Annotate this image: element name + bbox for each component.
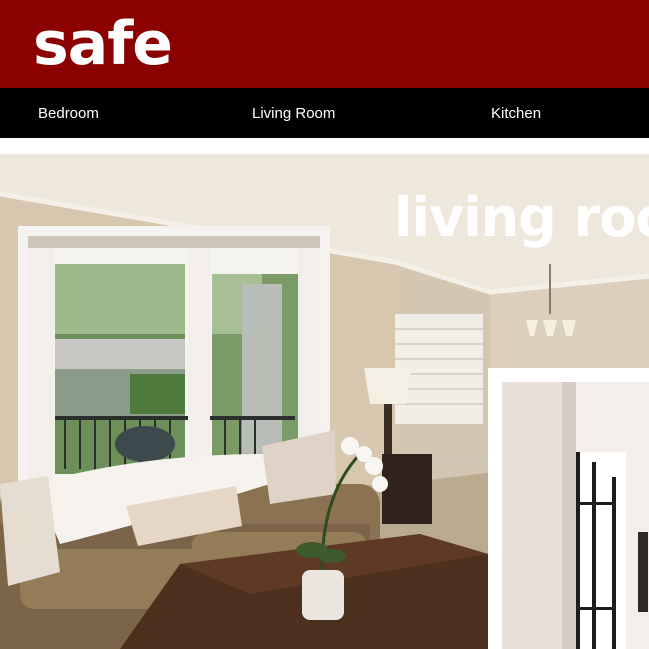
inset-photo-frame — [488, 368, 649, 649]
hallway-photo — [502, 382, 649, 649]
site-header: safe — [0, 0, 649, 88]
nav-item-bedroom[interactable]: Bedroom — [38, 88, 99, 138]
nav-item-living-room[interactable]: Living Room — [252, 88, 335, 138]
hero-title: living roo — [394, 186, 649, 249]
nav-item-kitchen[interactable]: Kitchen — [491, 88, 541, 138]
brand-logo[interactable]: safe — [33, 8, 173, 80]
inset-photo — [502, 382, 649, 649]
main-nav: Bedroom Living Room Kitchen — [0, 88, 649, 138]
hero-photo: living roo — [0, 154, 649, 649]
